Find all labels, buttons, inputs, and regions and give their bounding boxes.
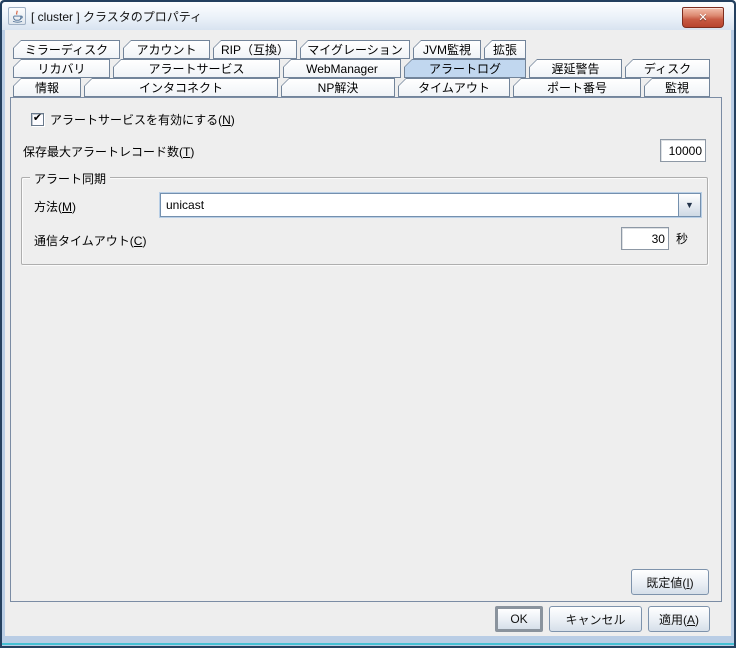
tab-alert-log[interactable]: アラートログ: [404, 59, 526, 78]
tab-jvm-monitor[interactable]: JVM監視: [413, 40, 481, 59]
alert-log-tab-panel: ✔ アラートサービスを有効にする(N) 保存最大アラートレコード数(T) アラー…: [10, 97, 722, 602]
tab-account[interactable]: アカウント: [123, 40, 210, 59]
tab-np-resolution[interactable]: NP解決: [281, 78, 395, 97]
alert-sync-group: アラート同期 方法(M) unicast ▼ 通信タイムアウト(C) 秒: [21, 177, 708, 265]
tab-label: アカウント: [123, 40, 210, 59]
tab-label: リカバリ: [13, 59, 110, 78]
close-icon: ✕: [698, 11, 707, 24]
comm-timeout-input[interactable]: [621, 227, 669, 250]
tab-recovery[interactable]: リカバリ: [13, 59, 110, 78]
tab-label: タイムアウト: [398, 78, 510, 97]
tab-label: アラートログ: [404, 59, 526, 78]
tab-label: 監視: [644, 78, 710, 97]
tab-info[interactable]: 情報: [13, 78, 81, 97]
close-button[interactable]: ✕: [682, 7, 724, 28]
tab-port-number[interactable]: ポート番号: [513, 78, 641, 97]
tab-label: WebManager: [283, 59, 401, 78]
check-icon: ✔: [33, 113, 42, 124]
tab-label: ミラーディスク: [13, 40, 120, 59]
tab-alert-service[interactable]: アラートサービス: [113, 59, 280, 78]
tab-label: 遅延警告: [529, 59, 622, 78]
tab-label: 拡張: [484, 40, 526, 59]
window: [ cluster ] クラスタのプロパティ ✕ ミラーディスク アカウント R…: [0, 0, 736, 648]
enable-alert-service-checkbox[interactable]: ✔: [31, 113, 44, 126]
tab-row-3: 情報 インタコネクト NP解決 タイムアウト ポート番号 監視: [13, 78, 725, 97]
tab-timeout[interactable]: タイムアウト: [398, 78, 510, 97]
max-records-input[interactable]: [660, 139, 706, 162]
cancel-button[interactable]: キャンセル: [549, 606, 642, 632]
tab-row-2: リカバリ アラートサービス WebManager アラートログ 遅延警告 ディス…: [13, 59, 725, 78]
method-combobox[interactable]: unicast ▼: [160, 193, 701, 217]
method-label: 方法(M): [34, 198, 76, 215]
tab-row-1: ミラーディスク アカウント RIP（互換） マイグレーション JVM監視 拡張: [13, 40, 725, 59]
tab-label: NP解決: [281, 78, 395, 97]
tab-label: RIP（互換）: [213, 40, 297, 59]
tab-monitor[interactable]: 監視: [644, 78, 710, 97]
alert-sync-group-title: アラート同期: [30, 170, 110, 187]
footer-button-bar: OK キャンセル 適用(A): [495, 606, 710, 632]
tab-extension[interactable]: 拡張: [484, 40, 526, 59]
comm-timeout-unit: 秒: [676, 230, 688, 247]
comm-timeout-label: 通信タイムアウト(C): [34, 232, 146, 249]
enable-alert-service-label: アラートサービスを有効にする(N): [50, 111, 235, 128]
java-cup-icon: [8, 7, 26, 25]
dialog-body: ミラーディスク アカウント RIP（互換） マイグレーション JVM監視 拡張 …: [5, 30, 731, 636]
default-values-button[interactable]: 既定値(I): [631, 569, 709, 595]
tab-label: 情報: [13, 78, 81, 97]
tab-mirror-disk[interactable]: ミラーディスク: [13, 40, 120, 59]
comm-timeout-row: 秒: [621, 227, 688, 250]
tab-label: インタコネクト: [84, 78, 278, 97]
frame-accent-line: [2, 643, 734, 645]
tab-label: マイグレーション: [300, 40, 410, 59]
method-combobox-arrow-button[interactable]: ▼: [678, 194, 700, 216]
ok-button[interactable]: OK: [495, 606, 543, 632]
apply-button[interactable]: 適用(A): [648, 606, 710, 632]
tab-interconnect[interactable]: インタコネクト: [84, 78, 278, 97]
tab-webmanager[interactable]: WebManager: [283, 59, 401, 78]
method-combobox-value: unicast: [161, 194, 678, 216]
tab-strip: ミラーディスク アカウント RIP（互換） マイグレーション JVM監視 拡張 …: [13, 40, 725, 97]
tab-delay-warning[interactable]: 遅延警告: [529, 59, 622, 78]
window-title: [ cluster ] クラスタのプロパティ: [31, 8, 202, 25]
tab-label: ディスク: [625, 59, 710, 78]
tab-label: JVM監視: [413, 40, 481, 59]
tab-rip-compat[interactable]: RIP（互換）: [213, 40, 297, 59]
max-records-label: 保存最大アラートレコード数(T): [23, 143, 194, 160]
title-bar[interactable]: [ cluster ] クラスタのプロパティ ✕: [2, 2, 734, 30]
tab-migration[interactable]: マイグレーション: [300, 40, 410, 59]
tab-label: ポート番号: [513, 78, 641, 97]
tab-disk[interactable]: ディスク: [625, 59, 710, 78]
enable-alert-service-row: ✔ アラートサービスを有効にする(N): [31, 111, 235, 128]
tab-label: アラートサービス: [113, 59, 280, 78]
chevron-down-icon: ▼: [685, 201, 694, 210]
